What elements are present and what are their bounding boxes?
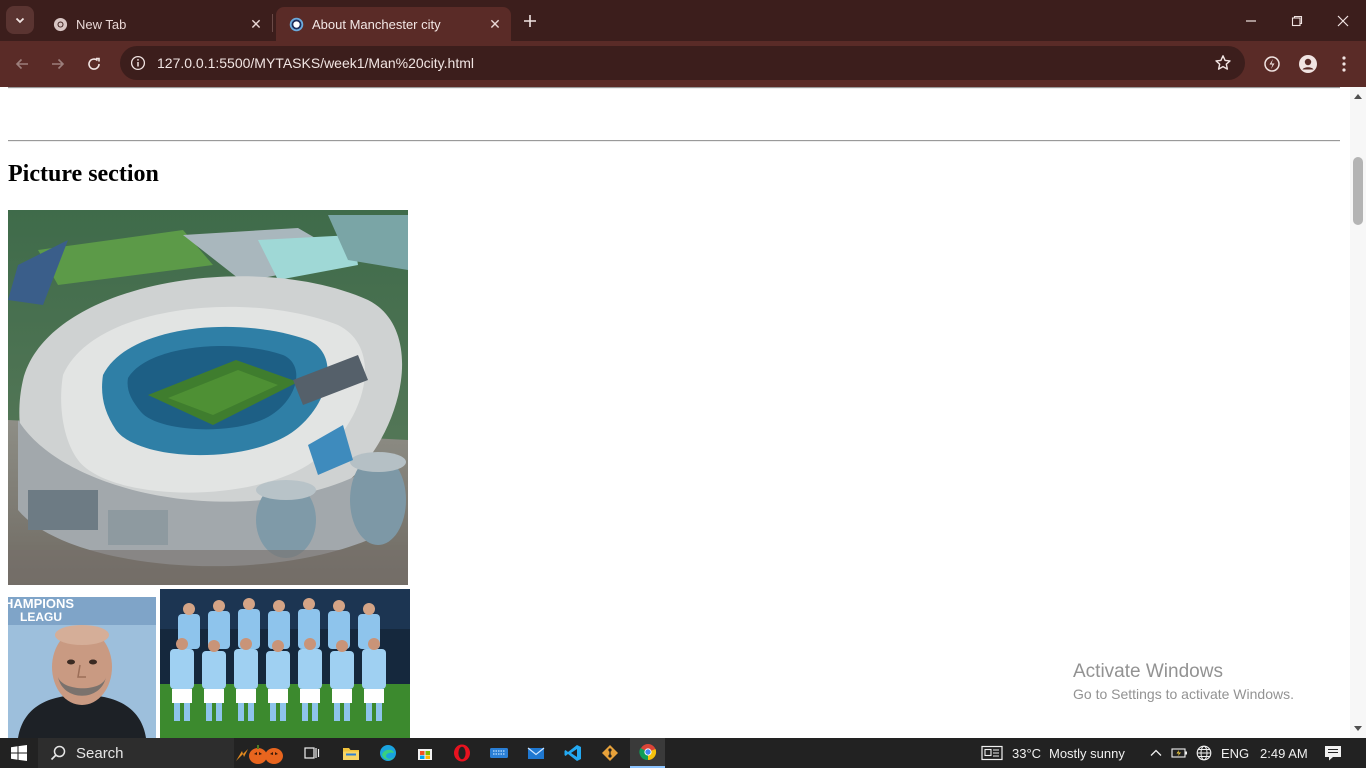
manager-photo: HAMPIONS LEAGU [8, 597, 156, 738]
performance-button[interactable] [1257, 49, 1287, 79]
store-button[interactable] [410, 738, 440, 768]
forward-arrow-icon [52, 58, 65, 70]
site-info-icon[interactable] [121, 46, 155, 80]
reload-icon [88, 57, 100, 70]
page-scrollbar[interactable] [1350, 87, 1366, 738]
power-status-button[interactable] [1170, 738, 1190, 768]
kebab-menu-icon [1342, 56, 1346, 72]
edge-icon [380, 745, 396, 761]
url-text[interactable]: 127.0.0.1:5500/MYTASKS/week1/Man%20city.… [157, 55, 474, 71]
scroll-down-icon[interactable] [1353, 724, 1363, 734]
chevron-down-icon [15, 17, 25, 24]
picture-section-heading: Picture section [8, 161, 159, 187]
search-icon [50, 745, 66, 761]
network-button[interactable] [1194, 738, 1214, 768]
taskbar: Search 33°C Mostly sunny ENG 2:49 AM [0, 738, 1366, 768]
manager-photo-caption-line2: LEAGU [20, 610, 62, 624]
reload-button[interactable] [79, 49, 109, 79]
chrome-taskbar-button[interactable] [630, 738, 665, 768]
tab-strip: New Tab ✕ About Manchester city ✕ [0, 0, 1366, 41]
input-language[interactable]: ENG [1221, 738, 1249, 768]
minimize-button[interactable] [1228, 0, 1274, 41]
chrome-icon [638, 744, 656, 761]
opera-icon [454, 744, 470, 762]
taskbar-search-box[interactable]: Search [38, 738, 283, 768]
mail-button[interactable] [521, 738, 551, 768]
halloween-pumpkin-icon [236, 745, 283, 764]
notifications-button[interactable] [1318, 738, 1348, 768]
vscode-icon [564, 745, 581, 761]
tab-search-button[interactable] [6, 6, 34, 34]
restore-icon [1291, 15, 1303, 26]
activate-windows-watermark: Activate Windows Go to Settings to activ… [1073, 660, 1294, 704]
restore-button[interactable] [1274, 0, 1320, 41]
chevron-up-icon [1150, 749, 1162, 756]
globe-icon [1196, 745, 1212, 761]
news-icon [981, 745, 1003, 761]
performance-icon [1264, 56, 1280, 72]
page-viewport: Picture section HAMPIONS LEAGU [0, 87, 1350, 738]
profile-button[interactable] [1293, 49, 1323, 79]
stadium-photo [8, 210, 408, 585]
profile-icon [1299, 55, 1317, 73]
close-tab-icon[interactable]: ✕ [244, 12, 268, 36]
news-widget-button[interactable] [978, 738, 1006, 768]
horizontal-rule [8, 87, 1340, 89]
minimize-icon [1246, 19, 1256, 22]
mail-icon [527, 747, 545, 759]
git-button[interactable] [595, 738, 625, 768]
watermark-subtitle: Go to Settings to activate Windows. [1073, 686, 1294, 702]
keyboard-icon [490, 748, 508, 758]
browser-toolbar: 127.0.0.1:5500/MYTASKS/week1/Man%20city.… [0, 41, 1366, 87]
back-button[interactable] [7, 49, 37, 79]
tab-title: New Tab [76, 16, 127, 32]
task-view-icon [304, 747, 320, 759]
weather-condition[interactable]: Mostly sunny [1049, 738, 1125, 768]
manager-photo-caption: HAMPIONS [8, 597, 74, 611]
taskbar-search-label: Search [76, 744, 124, 762]
file-explorer-icon [343, 748, 359, 760]
man-city-crest-icon [288, 16, 304, 32]
close-window-button[interactable] [1320, 0, 1366, 41]
new-tab-button[interactable] [516, 8, 544, 34]
opera-button[interactable] [447, 738, 477, 768]
scroll-thumb[interactable] [1353, 157, 1363, 225]
clock-time[interactable]: 2:49 AM [1260, 738, 1308, 768]
team-photo [160, 589, 410, 738]
address-bar[interactable]: 127.0.0.1:5500/MYTASKS/week1/Man%20city.… [120, 46, 1245, 80]
bookmark-star-icon[interactable] [1213, 53, 1233, 73]
start-button[interactable] [0, 738, 38, 768]
vscode-button[interactable] [558, 738, 588, 768]
tab-title: About Manchester city [312, 16, 441, 32]
windows-logo-icon [11, 745, 27, 761]
battery-charging-icon [1171, 748, 1187, 758]
weather-temperature[interactable]: 33°C [1012, 738, 1041, 768]
horizontal-rule [8, 140, 1340, 142]
plus-icon [524, 15, 536, 27]
chrome-icon [52, 16, 68, 32]
tab-divider [272, 14, 273, 32]
task-view-button[interactable] [298, 738, 326, 768]
scroll-up-icon[interactable] [1353, 91, 1363, 101]
menu-button[interactable] [1329, 49, 1359, 79]
watermark-title: Activate Windows [1073, 661, 1223, 682]
tab-about-manchester-city[interactable]: About Manchester city ✕ [276, 7, 511, 41]
show-hidden-icons-button[interactable] [1146, 738, 1166, 768]
notification-icon [1325, 746, 1341, 761]
back-arrow-icon [15, 58, 28, 70]
forward-button[interactable] [43, 49, 73, 79]
edge-button[interactable] [373, 738, 403, 768]
git-icon [602, 745, 618, 761]
touch-keyboard-button[interactable] [484, 738, 514, 768]
tab-new-tab[interactable]: New Tab ✕ [40, 7, 272, 41]
close-icon [1337, 15, 1349, 26]
store-icon [418, 749, 432, 760]
close-tab-icon[interactable]: ✕ [483, 12, 507, 36]
file-explorer-button[interactable] [336, 738, 366, 768]
